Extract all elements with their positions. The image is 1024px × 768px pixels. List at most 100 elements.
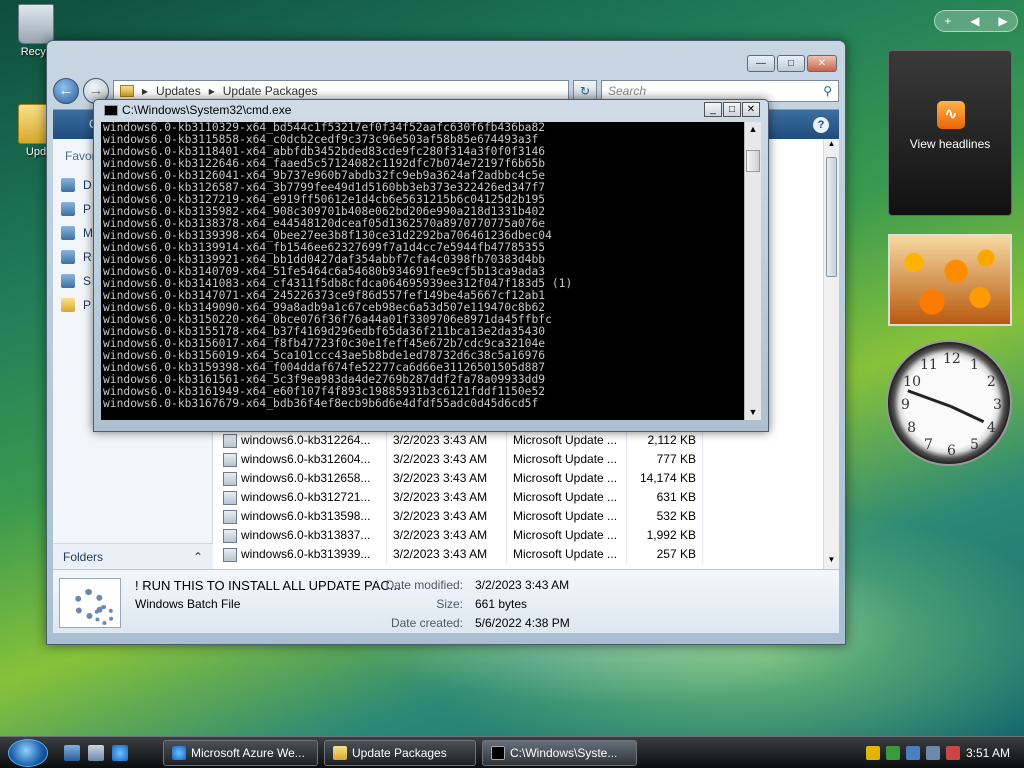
clock-number: 10 <box>903 374 921 390</box>
switch-windows-icon[interactable] <box>88 745 104 761</box>
back-arrow-icon: ← <box>58 82 74 99</box>
start-button[interactable] <box>8 739 48 767</box>
scroll-down-icon[interactable]: ▼ <box>824 555 839 569</box>
scroll-up-icon[interactable]: ▲ <box>745 122 761 137</box>
update-file-icon <box>223 509 237 524</box>
folder-icon <box>120 85 134 97</box>
next-icon[interactable]: ▶ <box>998 14 1007 28</box>
scroll-up-icon[interactable]: ▲ <box>824 139 839 153</box>
taskbar-button-azure[interactable]: Microsoft Azure We... <box>163 740 318 766</box>
update-file-icon <box>223 528 237 543</box>
cmd-scrollbar[interactable]: ▲ ▼ <box>744 122 761 420</box>
clock-number: 6 <box>947 443 956 459</box>
clock-number: 4 <box>986 420 996 436</box>
cmd-window[interactable]: C:\Windows\System32\cmd.exe _ □ ✕ window… <box>93 99 769 432</box>
cmd-minimize-button[interactable]: _ <box>704 102 722 117</box>
taskbar-clock[interactable]: 3:51 AM <box>966 746 1010 760</box>
table-row[interactable]: windows6.0-kb313837... 3/2/2023 3:43 AM Mi… <box>223 526 703 545</box>
file-type: Microsoft Update ... <box>507 507 627 526</box>
previous-icon[interactable]: ◀ <box>970 14 979 28</box>
refresh-icon: ↻ <box>579 84 591 98</box>
help-icon[interactable]: ? <box>813 117 829 133</box>
favorite-label: D <box>83 178 92 192</box>
view-headlines-link[interactable]: View headlines <box>889 137 1011 151</box>
table-row[interactable]: windows6.0-kb312721... 3/2/2023 3:43 AM Mi… <box>223 488 703 507</box>
console-output[interactable]: windows6.0-kb3110329-x64_bd544c1f53217ef… <box>101 122 745 420</box>
close-button[interactable]: ✕ <box>807 55 837 72</box>
cmd-title-bar[interactable]: C:\Windows\System32\cmd.exe <box>104 103 291 117</box>
favorite-label: P <box>83 298 92 312</box>
size-value: 661 bytes <box>475 597 528 611</box>
taskbar-button-cmd[interactable]: C:\Windows\Syste... <box>482 740 637 766</box>
clock-number: 11 <box>920 357 938 374</box>
date-created-value: 5/6/2022 4:38 PM <box>475 616 570 630</box>
favorite-label: M <box>83 226 93 240</box>
file-date: 3/2/2023 3:43 AM <box>387 450 507 469</box>
breadcrumb-update-packages[interactable]: Update Packages <box>223 84 318 98</box>
file-size: 532 KB <box>627 507 703 526</box>
internet-explorer-icon <box>172 746 186 760</box>
taskbar-button-label: C:\Windows\Syste... <box>510 746 618 760</box>
forward-arrow-icon: → <box>88 82 104 99</box>
search-placeholder: Search <box>608 84 647 98</box>
chevron-up-icon: ⌃ <box>192 549 203 564</box>
file-name: windows6.0-kb312604... <box>241 450 387 469</box>
cmd-close-button[interactable]: ✕ <box>742 102 760 117</box>
favorite-label: S <box>83 274 92 288</box>
cmd-maximize-button[interactable]: □ <box>723 102 741 117</box>
desktop-folder-label: Upd <box>25 146 47 158</box>
recent-icon <box>61 250 75 264</box>
file-type: Microsoft Update ... <box>507 545 627 564</box>
file-size: 777 KB <box>627 450 703 469</box>
clock-number: 12 <box>943 351 961 367</box>
maximize-button[interactable]: □ <box>777 55 805 72</box>
file-date: 3/2/2023 3:43 AM <box>387 469 507 488</box>
back-button[interactable]: ← <box>53 78 79 104</box>
minimize-button[interactable]: — <box>747 55 775 72</box>
sidebar-controls: + ◀ ▶ <box>934 10 1018 32</box>
cmd-window-controls: _ □ ✕ <box>704 102 760 117</box>
table-row[interactable]: windows6.0-kb313939... 3/2/2023 3:43 AM Mi… <box>223 545 703 564</box>
file-name: windows6.0-kb312264... <box>241 431 387 450</box>
internet-explorer-icon[interactable] <box>112 745 128 761</box>
details-pane: ! RUN THIS TO INSTALL ALL UPDATE PAC... … <box>53 569 839 633</box>
file-list-scrollbar[interactable]: ▲ ▼ <box>823 139 839 569</box>
date-modified-label: Date modified: <box>385 578 463 592</box>
security-shield-icon[interactable] <box>865 746 880 760</box>
clock-number: 3 <box>993 397 1002 413</box>
batch-file-icon <box>59 578 121 628</box>
minute-hand <box>907 389 952 408</box>
file-name: windows6.0-kb313939... <box>241 545 387 564</box>
rss-icon: ∿ <box>937 101 965 129</box>
scroll-down-icon[interactable]: ▼ <box>745 405 761 420</box>
show-desktop-icon[interactable] <box>64 745 80 761</box>
date-created-label: Date created: <box>390 616 463 630</box>
slideshow-gadget[interactable] <box>888 234 1012 326</box>
network-icon[interactable] <box>905 746 920 760</box>
table-row[interactable]: windows6.0-kb312264... 3/2/2023 3:43 AM Mi… <box>223 431 703 450</box>
console-icon <box>104 104 118 116</box>
date-modified-value: 3/2/2023 3:43 AM <box>475 578 570 592</box>
console-icon <box>491 746 505 760</box>
file-type: Microsoft Update ... <box>507 469 627 488</box>
breadcrumb-updates[interactable]: Updates <box>156 84 201 98</box>
taskbar-button-label: Update Packages <box>352 746 447 760</box>
feed-headlines-gadget[interactable]: ∿ View headlines <box>888 50 1012 216</box>
taskbar-button-update-packages[interactable]: Update Packages <box>324 740 476 766</box>
table-row[interactable]: windows6.0-kb312604... 3/2/2023 3:43 AM Mi… <box>223 450 703 469</box>
scrollbar-thumb[interactable] <box>826 157 837 277</box>
file-name: windows6.0-kb313837... <box>241 526 387 545</box>
folders-toggle[interactable]: Folders ⌃ <box>53 543 213 569</box>
file-date: 3/2/2023 3:43 AM <box>387 545 507 564</box>
display-icon[interactable] <box>925 746 940 760</box>
table-row[interactable]: windows6.0-kb312658... 3/2/2023 3:43 AM Mi… <box>223 469 703 488</box>
table-row[interactable]: windows6.0-kb313598... 3/2/2023 3:43 AM Mi… <box>223 507 703 526</box>
add-gadget-icon[interactable]: + <box>944 14 951 28</box>
volume-muted-icon[interactable] <box>945 746 960 760</box>
hour-hand <box>950 405 985 424</box>
taskbar-button-label: Microsoft Azure We... <box>191 746 305 760</box>
scrollbar-thumb[interactable] <box>746 150 760 172</box>
updates-icon[interactable] <box>885 746 900 760</box>
file-size: 14,174 KB <box>627 469 703 488</box>
clock-number: 7 <box>924 436 933 453</box>
